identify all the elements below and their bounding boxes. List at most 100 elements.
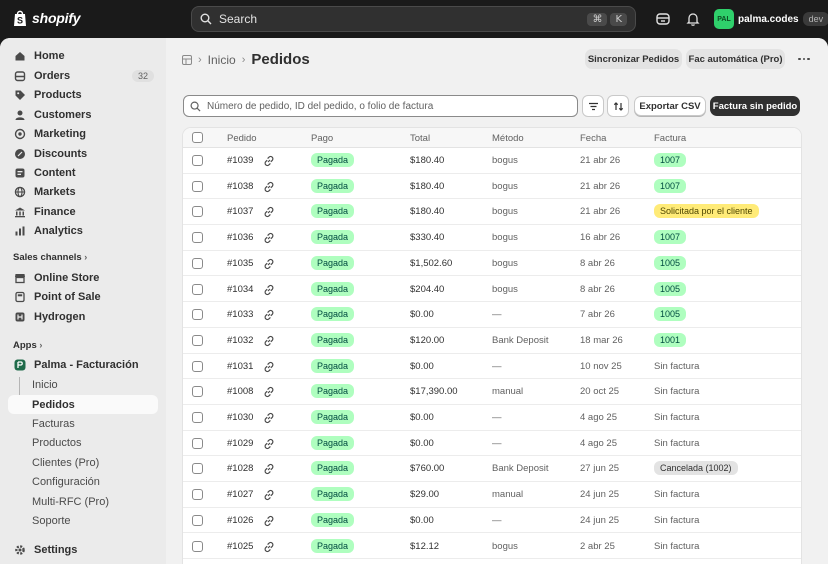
row-checkbox[interactable] <box>192 155 203 166</box>
table-row[interactable]: #1031 Pagada $0.00 — 10 nov 25 Sin factura <box>183 354 801 380</box>
link-icon[interactable] <box>263 489 275 501</box>
order-number-link[interactable]: #1028 <box>227 463 253 474</box>
table-row[interactable]: #1008 Pagada $17,390.00 manual 20 oct 25 Sin … <box>183 379 801 405</box>
row-checkbox[interactable] <box>192 283 203 295</box>
invoice-status[interactable]: 1007 <box>654 230 687 245</box>
invoice-status[interactable]: 1001 <box>654 332 687 347</box>
table-row[interactable]: #1028 Pagada $760.00 Bank Deposit 27 jun 25 C… <box>183 456 801 483</box>
row-checkbox[interactable] <box>192 463 203 475</box>
sidebar-item-orders[interactable]: Orders 32 <box>8 66 158 85</box>
subnav-item-soporte[interactable]: Soporte <box>8 511 158 530</box>
row-checkbox[interactable] <box>192 334 203 346</box>
row-checkbox[interactable] <box>192 386 203 398</box>
row-checkbox[interactable] <box>192 489 203 501</box>
subnav-item-productos[interactable]: Productos <box>8 433 158 452</box>
sidebar-item-online-store[interactable]: Online Store <box>8 268 158 287</box>
order-number-link[interactable]: #1030 <box>227 412 253 423</box>
sidebar-item-products[interactable]: Products <box>8 85 158 104</box>
global-search[interactable]: Search ⌘ K <box>191 6 636 32</box>
filter-button[interactable] <box>582 95 604 117</box>
table-row[interactable]: #1037 Pagada $180.40 bogus 21 abr 26 Solicita… <box>183 199 801 226</box>
invoice-status[interactable]: 1007 <box>654 178 687 193</box>
order-number-link[interactable]: #1039 <box>227 155 253 166</box>
row-checkbox[interactable] <box>192 437 203 449</box>
row-checkbox[interactable] <box>192 514 203 526</box>
link-icon[interactable] <box>263 412 275 424</box>
select-all-checkbox[interactable] <box>192 132 203 143</box>
link-icon[interactable] <box>263 386 275 398</box>
column-header-total[interactable]: Total <box>410 133 430 144</box>
link-icon[interactable] <box>263 438 275 450</box>
order-number-link[interactable]: #1026 <box>227 515 253 526</box>
table-row[interactable]: #1038 Pagada $180.40 bogus 21 abr 26 1007 <box>183 174 801 200</box>
subnav-item-clientes-pro[interactable]: Clientes (Pro) <box>8 453 158 472</box>
table-row[interactable]: #1034 Pagada $204.40 bogus 8 abr 26 1005 <box>183 277 801 303</box>
sidebar-item-analytics[interactable]: Analytics <box>8 221 158 240</box>
link-icon[interactable] <box>263 335 275 347</box>
breadcrumb-home-link[interactable]: Inicio <box>208 53 236 67</box>
table-row[interactable]: #1035 Pagada $1,502.60 bogus 8 abr 26 1005 <box>183 251 801 277</box>
store-switcher-icon[interactable] <box>655 11 671 27</box>
subnav-item-configuracion[interactable]: Configuración <box>8 472 158 491</box>
table-row[interactable]: #1032 Pagada $120.00 Bank Deposit 18 mar 26 1… <box>183 328 801 354</box>
order-number-link[interactable]: #1037 <box>227 206 253 217</box>
order-number-link[interactable]: #1032 <box>227 335 253 346</box>
sidebar-item-finance[interactable]: Finance <box>8 202 158 221</box>
sales-channels-heading[interactable]: Sales channels › <box>13 252 87 263</box>
column-header-metodo[interactable]: Método <box>492 133 524 144</box>
invoice-status[interactable]: Solicitada por el cliente <box>654 204 759 219</box>
sidebar-item-home[interactable]: Home <box>8 46 158 65</box>
sidebar-item-pos[interactable]: Point of Sale <box>8 287 158 306</box>
table-row[interactable]: #1033 Pagada $0.00 — 7 abr 26 1005 <box>183 302 801 328</box>
order-number-link[interactable]: #1035 <box>227 258 253 269</box>
table-row[interactable]: #1027 Pagada $29.00 manual 24 jun 25 Sin fact… <box>183 482 801 508</box>
invoice-status[interactable]: Cancelada (1002) <box>654 461 738 476</box>
order-number-link[interactable]: #1029 <box>227 438 253 449</box>
column-header-fecha[interactable]: Fecha <box>580 133 606 144</box>
sidebar-item-discounts[interactable]: Discounts <box>8 144 158 163</box>
link-icon[interactable] <box>263 284 275 296</box>
link-icon[interactable] <box>263 232 275 244</box>
sidebar-item-markets[interactable]: Markets <box>8 182 158 201</box>
link-icon[interactable] <box>263 515 275 527</box>
order-number-link[interactable]: #1034 <box>227 284 253 295</box>
invoice-status[interactable]: 1005 <box>654 281 687 296</box>
link-icon[interactable] <box>263 155 275 167</box>
table-row[interactable]: #1025 Pagada $12.12 bogus 2 abr 25 Sin factur… <box>183 534 801 560</box>
subnav-item-inicio[interactable]: Inicio <box>8 375 158 394</box>
row-checkbox[interactable] <box>192 232 203 244</box>
subnav-item-facturas[interactable]: Facturas <box>8 414 158 433</box>
subnav-item-pedidos[interactable]: Pedidos <box>8 395 158 414</box>
order-number-link[interactable]: #1036 <box>227 232 253 243</box>
sidebar-item-hydrogen[interactable]: Hydrogen <box>8 307 158 326</box>
store-menu[interactable]: PAL palma.codes dev <box>714 9 828 29</box>
link-icon[interactable] <box>263 258 275 270</box>
order-search-input[interactable]: Número de pedido, ID del pedido, o folio… <box>183 95 578 117</box>
sort-button[interactable] <box>607 95 629 117</box>
subnav-item-multi-rfc[interactable]: Multi-RFC (Pro) <box>8 492 158 511</box>
export-csv-button[interactable]: Exportar CSV <box>634 96 706 116</box>
table-row[interactable]: #1030 Pagada $0.00 — 4 ago 25 Sin factura <box>183 405 801 431</box>
row-checkbox[interactable] <box>192 257 203 269</box>
shopify-logo[interactable]: S shopify <box>12 9 81 27</box>
order-number-link[interactable]: #1008 <box>227 386 253 397</box>
row-checkbox[interactable] <box>192 206 203 218</box>
order-number-link[interactable]: #1027 <box>227 489 253 500</box>
link-icon[interactable] <box>263 361 275 373</box>
more-actions-icon[interactable] <box>796 52 812 66</box>
order-number-link[interactable]: #1038 <box>227 181 253 192</box>
link-icon[interactable] <box>263 206 275 218</box>
link-icon[interactable] <box>263 309 275 321</box>
column-header-factura[interactable]: Factura <box>654 133 686 144</box>
sync-orders-button[interactable]: Sincronizar Pedidos <box>585 49 682 69</box>
table-row[interactable]: #1026 Pagada $0.00 — 24 jun 25 Sin factura <box>183 508 801 534</box>
invoice-without-order-button[interactable]: Factura sin pedido <box>710 96 800 116</box>
row-checkbox[interactable] <box>192 309 203 321</box>
column-header-pago[interactable]: Pago <box>311 133 333 144</box>
row-checkbox[interactable] <box>192 540 203 552</box>
link-icon[interactable] <box>263 181 275 193</box>
sidebar-item-customers[interactable]: Customers <box>8 105 158 124</box>
table-row[interactable]: #1039 Pagada $180.40 bogus 21 abr 26 1007 <box>183 148 801 174</box>
row-checkbox[interactable] <box>192 412 203 423</box>
invoice-status[interactable]: 1005 <box>654 307 687 322</box>
